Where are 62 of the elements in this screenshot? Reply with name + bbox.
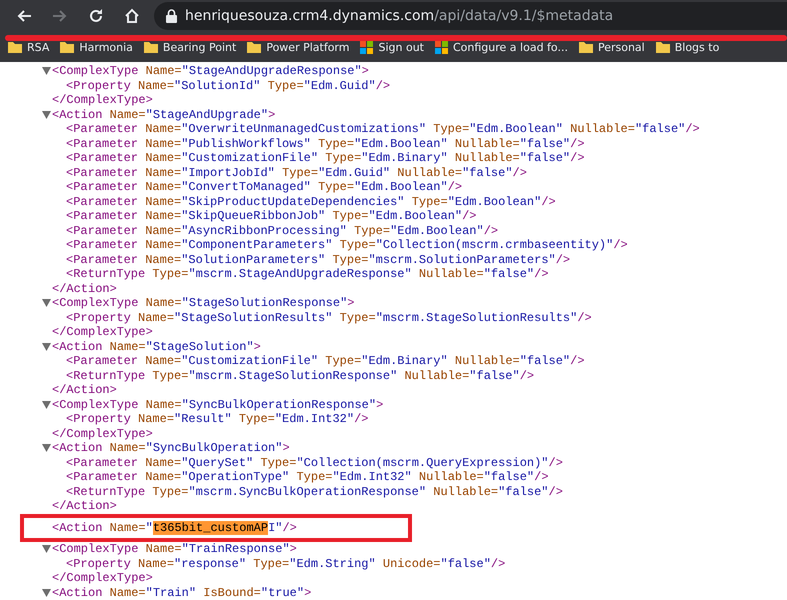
home-icon: [124, 8, 140, 24]
code-line: <Action Name="t365bit_customAPI"/>: [52, 520, 297, 534]
bookmark-link[interactable]: Blogs to: [674, 40, 720, 54]
code-line: <Parameter Name="ComponentParameters" Type="Collection(mscrm.crmbaseentity)"/>: [66, 238, 628, 252]
bookmark-link[interactable]: Bearing Point: [162, 40, 236, 54]
code-line: <ReturnType Type="mscrm.StageSolutionResponse" Nullable="false"/>: [66, 368, 534, 383]
collapse-toggle-icon[interactable]: [42, 342, 51, 351]
reload-icon: [88, 8, 104, 24]
code-line: <ReturnType Type="mscrm.SyncBulkOperationResponse" Nullable="false"/>: [66, 484, 563, 499]
url-path: /api/data/v9.1/$metadata: [434, 8, 614, 24]
code-line: <Property Name="StageSolutionResults" Type="mscrm.StageSolutionResults"/>: [66, 310, 592, 325]
code-line: <Parameter Name="QuerySet" Type="Collection(mscrm.QueryExpression)"/>: [66, 456, 563, 470]
collapse-toggle-icon[interactable]: [42, 110, 51, 119]
address-bar[interactable]: henriquesouza.crm4.dynamics.com/api/data/v9.1/$metadata: [154, 2, 787, 30]
lock-icon: [166, 9, 177, 23]
code-line: <Action Name="StageAndUpgrade">: [52, 108, 276, 122]
back-icon: [16, 8, 32, 24]
code-line: <ReturnType Type="mscrm.StageAndUpgradeResponse" Nullable="false"/>: [66, 267, 549, 282]
code-line: </Action>: [52, 282, 117, 296]
bookmark-link[interactable]: Personal: [598, 40, 645, 54]
code-line: </ComplexType>: [52, 571, 153, 586]
code-line: </ComplexType>: [52, 93, 153, 108]
code-line: <Parameter Name="PublishWorkflows" Type="Edm.Boolean" Nullable="false"/>: [66, 136, 585, 151]
code-line: <Parameter Name="CustomizationFile" Type="Edm.Binary" Nullable="false"/>: [66, 354, 585, 368]
bookmark-link[interactable]: Harmonia: [79, 40, 133, 54]
code-line: <ComplexType Name="StageSolutionResponse">: [52, 296, 354, 310]
bookmark-link[interactable]: Configure a load fo...: [453, 40, 568, 54]
code-line: <ComplexType Name="TrainResponse">: [52, 542, 297, 556]
collapse-toggle-icon[interactable]: [42, 67, 51, 76]
collapse-toggle-icon[interactable]: [42, 299, 51, 308]
code-line: <Property Name="SolutionId" Type="Edm.Guid"/>: [66, 78, 390, 93]
code-line: <Action Name="Train" IsBound="true">: [52, 586, 312, 600]
code-line: <Parameter Name="CustomizationFile" Type="Edm.Binary" Nullable="false"/>: [66, 151, 585, 166]
code-line: <Property Name="Result" Type="Edm.Int32"/>: [66, 412, 368, 426]
code-line: </Action>: [52, 383, 117, 398]
windows-logo-icon: [435, 40, 448, 54]
code-line: <ComplexType Name="SyncBulkOperationResponse">: [52, 398, 384, 412]
code-line: <Parameter Name="SolutionParameters" Type="mscrm.SolutionParameters"/>: [66, 252, 570, 267]
bookmark-link[interactable]: RSA: [27, 40, 50, 54]
windows-logo-icon: [360, 40, 374, 54]
collapse-toggle-icon[interactable]: [42, 545, 51, 554]
bookmark-link[interactable]: Power Platform: [266, 40, 350, 54]
code-line: <Parameter Name="OverwriteUnmanagedCustomizations" Type="Edm.Boolean" Nullable="false"/>: [66, 122, 700, 136]
code-line: <Property Name="response" Type="Edm.String" Unicode="false"/>: [66, 556, 506, 571]
code-line: </Action>: [52, 499, 117, 514]
code-line: <Parameter Name="ConvertToManaged" Type="Edm.Boolean"/>: [66, 180, 462, 194]
code-line: <Parameter Name="SkipProductUpdateDependencies" Type="Edm.Boolean"/>: [66, 194, 556, 209]
forward-icon: [52, 8, 68, 24]
code-line: <ComplexType Name="StageAndUpgradeResponse">: [52, 64, 369, 78]
code-line: <Parameter Name="ImportJobId" Type="Edm.Guid" Nullable="false"/>: [66, 166, 527, 180]
code-line: <Parameter Name="AsyncRibbonProcessing" Type="Edm.Boolean"/>: [66, 224, 498, 238]
code-line: <Parameter Name="OperationType" Type="Edm.Int32" Nullable="false"/>: [66, 470, 549, 484]
collapse-toggle-icon[interactable]: [42, 444, 51, 452]
code-line: <Action Name="StageSolution">: [52, 340, 261, 354]
code-line: </ComplexType>: [52, 325, 153, 340]
bookmark-link[interactable]: Sign out: [378, 40, 424, 54]
collapse-toggle-icon[interactable]: [42, 400, 51, 409]
url-host: henriquesouza.crm4.dynamics.com: [185, 8, 434, 24]
collapse-toggle-icon[interactable]: [42, 588, 51, 597]
code-line: <Parameter Name="SkipQueueRibbonJob" Type="Edm.Boolean"/>: [66, 209, 477, 224]
code-line: </ComplexType>: [52, 426, 153, 441]
code-line: <Action Name="SyncBulkOperation">: [52, 441, 290, 456]
